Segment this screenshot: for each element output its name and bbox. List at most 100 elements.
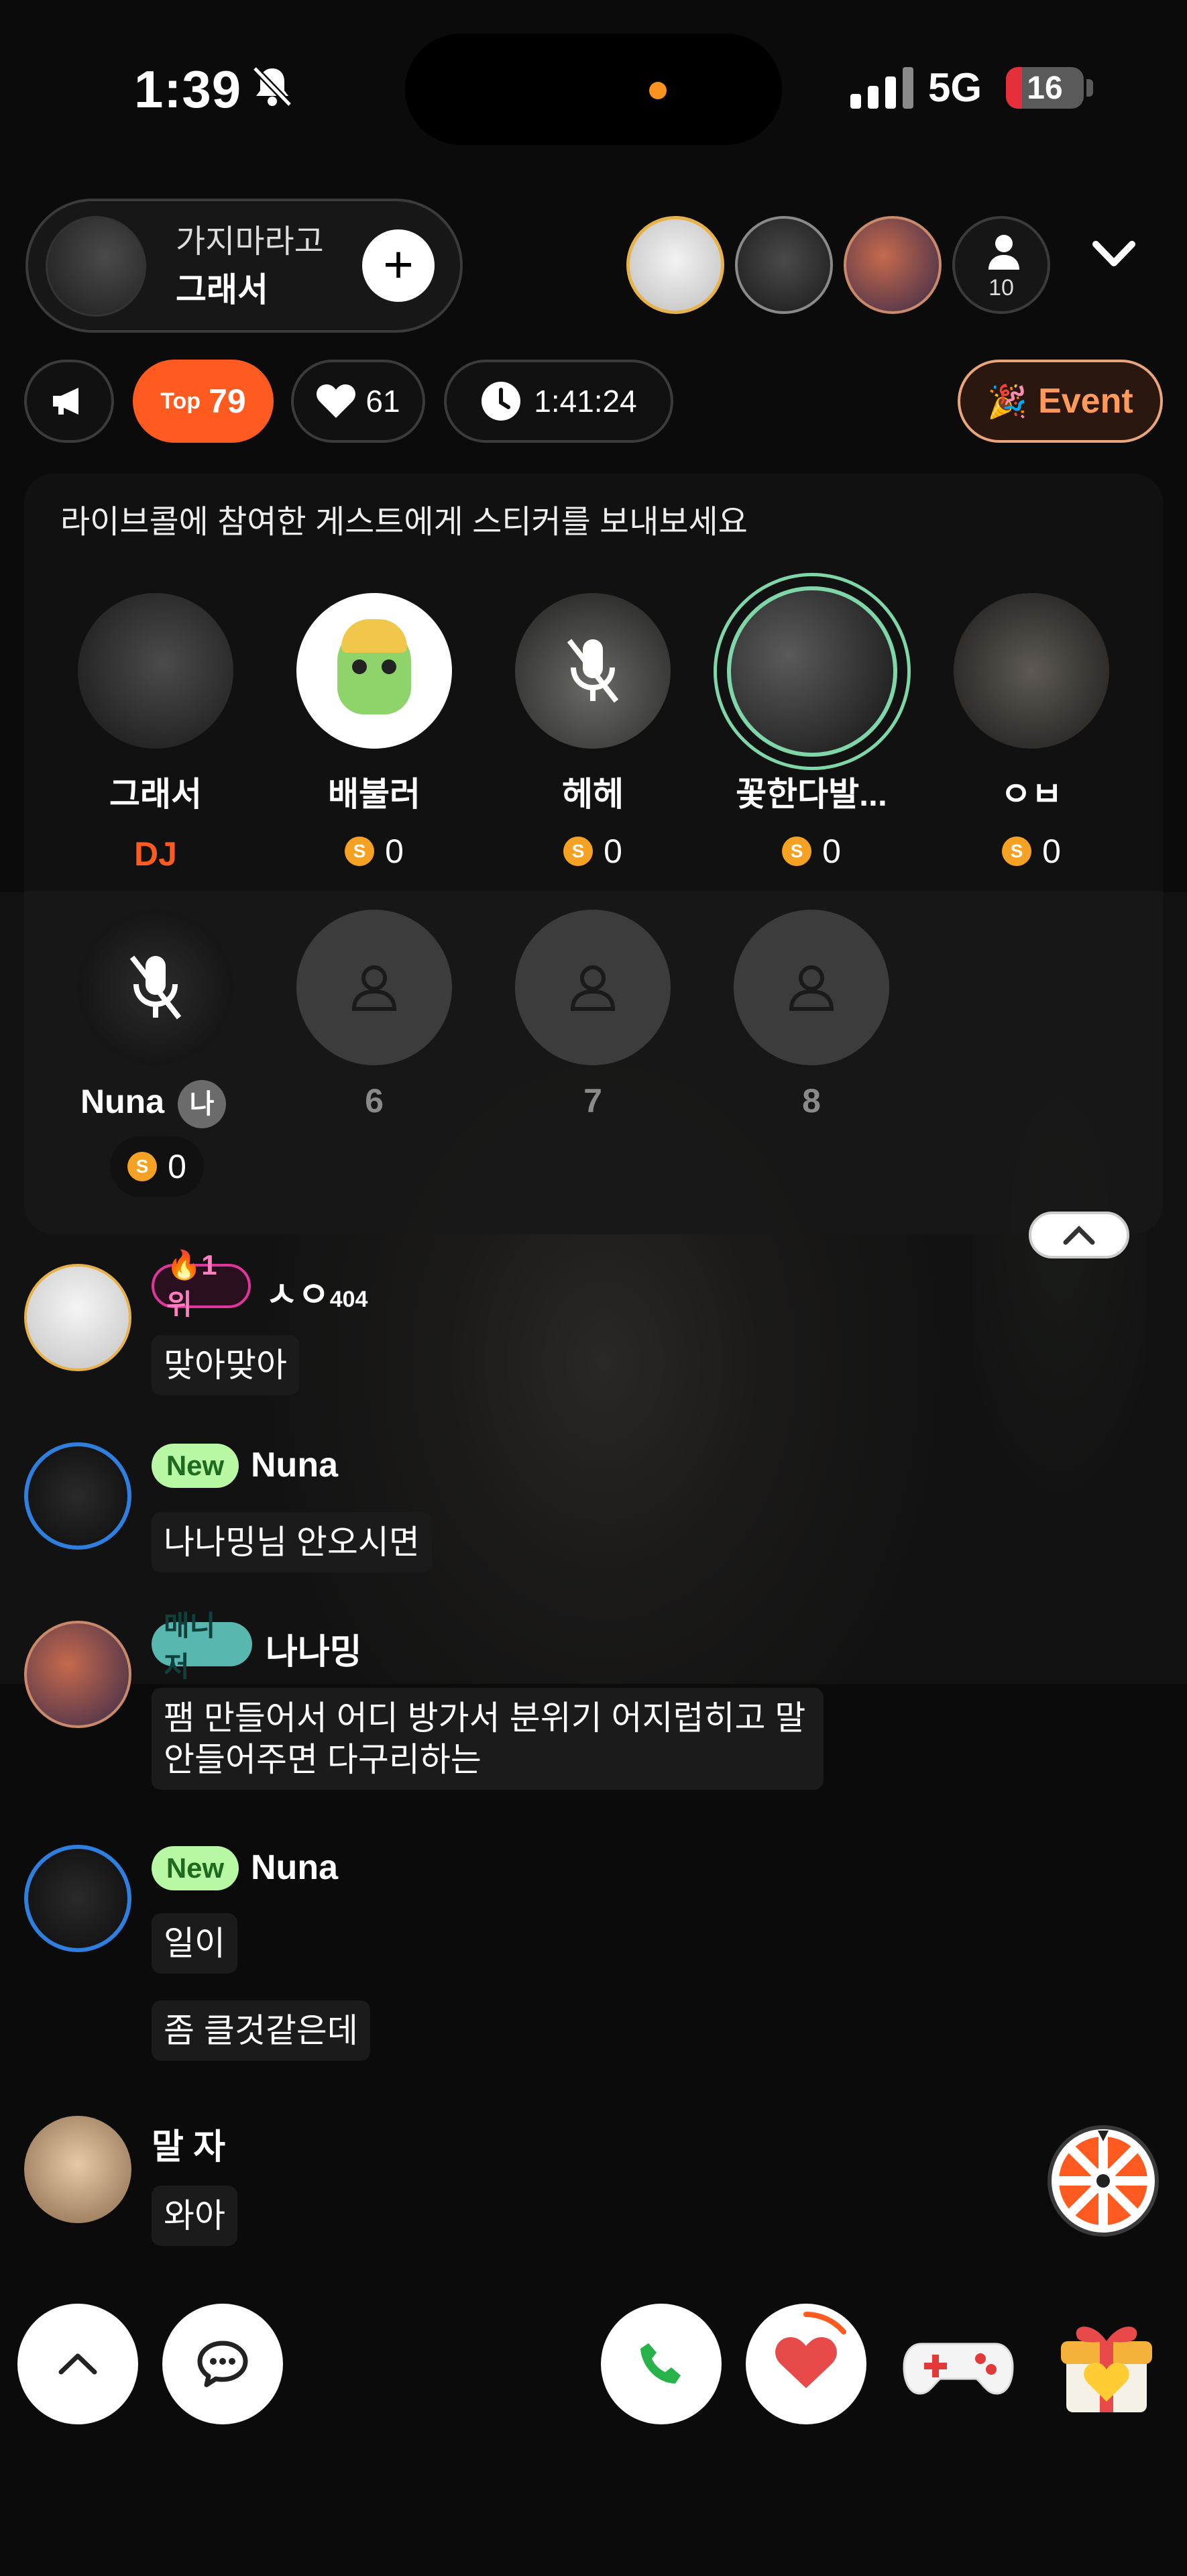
- frog-avatar-icon: [337, 619, 411, 714]
- coin-icon: S: [782, 837, 812, 866]
- viewer-count-button[interactable]: 10: [952, 216, 1050, 314]
- chat-avatar[interactable]: [24, 1621, 131, 1728]
- collapse-panel-button[interactable]: [1029, 1212, 1129, 1258]
- new-badge: New: [152, 1846, 239, 1890]
- megaphone-icon: [53, 388, 78, 415]
- dynamic-island: [405, 34, 782, 145]
- scroll-up-button[interactable]: [17, 2304, 138, 2424]
- chat-username: ㅅㅇ404: [266, 1276, 368, 1315]
- seat-name-me: Nuna 나: [80, 1080, 226, 1128]
- seat-coins: S 0: [718, 832, 905, 871]
- like-button[interactable]: [746, 2304, 866, 2424]
- manager-badge: 매니저: [152, 1610, 252, 1682]
- top-fan-avatar-2[interactable]: [735, 216, 833, 314]
- coin-icon: S: [563, 837, 594, 866]
- chevron-down-icon[interactable]: [1084, 228, 1144, 282]
- signal-icon: [850, 67, 915, 109]
- chat-avatar[interactable]: [24, 1264, 131, 1371]
- chat-icon: [197, 2341, 248, 2387]
- battery-cap: [1086, 79, 1093, 97]
- top-fan-avatar-1[interactable]: [626, 216, 724, 314]
- chat-message: 일이: [152, 1913, 237, 1974]
- chat-avatar[interactable]: [24, 2116, 131, 2223]
- clock-icon: [482, 382, 521, 421]
- party-popper-icon: 🎉: [987, 384, 1028, 420]
- chat-username: Nuna: [251, 1446, 338, 1485]
- chat-username: 나나밍: [266, 1633, 362, 1672]
- announcement-button[interactable]: [24, 360, 114, 443]
- top-rank-pill[interactable]: Top 79: [133, 360, 274, 443]
- event-button[interactable]: 🎉 Event: [958, 360, 1163, 443]
- chat-message: 팸 만들어서 어디 방가서 분위기 어지럽히고 말 안들어주면 다구리하는: [152, 1688, 824, 1790]
- plus-icon: +: [383, 235, 414, 294]
- gift-icon: [1061, 2326, 1152, 2412]
- chevron-up-icon: [58, 2353, 97, 2375]
- mic-muted-icon: [129, 955, 182, 1020]
- empty-seat-7[interactable]: [515, 910, 671, 1065]
- seat-coins: S 0: [499, 832, 687, 871]
- coin-icon: S: [345, 837, 375, 866]
- coin-icon: S: [1002, 837, 1032, 866]
- phone-icon: [640, 2343, 681, 2383]
- coin-icon: S: [127, 1152, 158, 1181]
- likes-pill[interactable]: 61: [291, 360, 425, 443]
- host-avatar[interactable]: [46, 216, 146, 317]
- person-outline-icon: [351, 965, 397, 1011]
- chat-avatar[interactable]: [24, 1845, 131, 1952]
- chat-message: 와아: [152, 2186, 237, 2246]
- dj-badge: DJ: [134, 835, 177, 873]
- chat-message: 맞아맞아: [152, 1335, 299, 1395]
- top-rank-value: 79: [209, 382, 246, 420]
- seat-name: 그래서: [109, 775, 202, 813]
- duration-pill: 1:41:24: [444, 360, 673, 443]
- sticker-hint: 라이브콜에 참여한 게스트에게 스티커를 보내보세요: [60, 504, 748, 540]
- seat-avatar-4[interactable]: [727, 586, 897, 757]
- follow-button[interactable]: +: [362, 229, 435, 302]
- mic-muted-icon: [567, 639, 619, 703]
- chat-message: 나나밍님 안오시면: [152, 1512, 432, 1572]
- seat-name: 꽃한다발...: [736, 775, 887, 813]
- person-outline-icon: [789, 965, 834, 1011]
- call-button[interactable]: [601, 2304, 722, 2424]
- seat-number: 7: [583, 1082, 602, 1120]
- new-badge: New: [152, 1444, 239, 1488]
- event-label: Event: [1038, 382, 1133, 421]
- me-badge: 나: [178, 1080, 226, 1128]
- likes-count: 61: [365, 384, 400, 419]
- seat-name: ㅇㅂ: [1001, 775, 1062, 813]
- battery-icon: 16: [1006, 67, 1084, 109]
- chat-message: 좀 클것같은데: [152, 2000, 370, 2061]
- network-type: 5G: [928, 65, 982, 110]
- seat-number: 6: [365, 1082, 384, 1120]
- chat-avatar[interactable]: [24, 1442, 131, 1550]
- gamepad-icon: [903, 2343, 1014, 2395]
- seat-avatar-dj[interactable]: [78, 593, 233, 749]
- empty-seat-8[interactable]: [734, 910, 889, 1065]
- bell-muted-icon: [252, 66, 292, 107]
- top-label: Top: [160, 388, 201, 414]
- status-time: 1:39: [134, 60, 242, 119]
- top-fan-avatar-3[interactable]: [844, 216, 942, 314]
- heart-icon: [317, 384, 356, 418]
- chat-button[interactable]: [162, 2304, 283, 2424]
- game-button[interactable]: [901, 2310, 1015, 2418]
- seat-avatar-3[interactable]: [515, 593, 671, 749]
- seat-coins: S 0: [110, 1136, 204, 1197]
- chat-username: 말 자: [152, 2128, 226, 2167]
- seat-avatar-5[interactable]: [954, 593, 1109, 749]
- empty-seat-6[interactable]: [296, 910, 452, 1065]
- seat-avatar-me[interactable]: [78, 910, 233, 1065]
- person-icon: [988, 235, 1019, 270]
- seat-coins: S 0: [280, 832, 468, 871]
- chat-username: Nuna: [251, 1848, 338, 1887]
- heart-icon: [775, 2312, 846, 2388]
- gift-button[interactable]: [1046, 2301, 1167, 2422]
- person-outline-icon: [570, 965, 616, 1011]
- seat-name: 헤헤: [562, 775, 624, 813]
- duration-value: 1:41:24: [534, 384, 637, 419]
- seat-coins: S 0: [938, 832, 1125, 871]
- chevron-up-icon: [1063, 1226, 1095, 1245]
- roulette-icon[interactable]: [1048, 2125, 1159, 2237]
- seat-avatar-2[interactable]: [296, 593, 452, 749]
- host-subtitle: 가지마라고: [176, 224, 324, 260]
